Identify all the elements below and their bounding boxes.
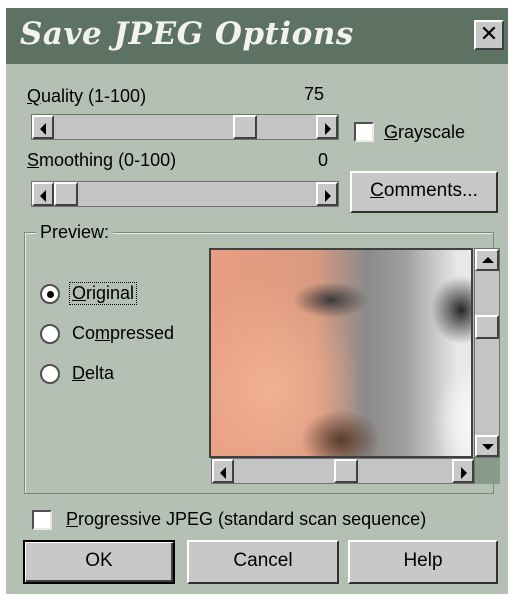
close-button[interactable]: ✕: [474, 20, 504, 50]
cancel-button[interactable]: Cancel: [187, 540, 339, 584]
arrow-right-icon: [461, 467, 467, 479]
arrow-right-icon: [325, 190, 331, 202]
radio-compressed[interactable]: [40, 324, 60, 344]
grayscale-label[interactable]: Grayscale: [384, 122, 465, 143]
radio-selected-dot: [47, 291, 54, 298]
comments-button[interactable]: Comments...: [350, 171, 498, 213]
smoothing-slider-thumb[interactable]: [54, 182, 78, 206]
progressive-label[interactable]: Progressive JPEG (standard scan sequence…: [66, 509, 426, 530]
smoothing-slider-left-button[interactable]: [32, 182, 54, 206]
quality-label: Quality (1-100): [27, 86, 147, 106]
arrow-left-icon: [40, 190, 46, 202]
preview-horizontal-scrollbar[interactable]: [211, 458, 475, 484]
radio-original[interactable]: [40, 284, 60, 304]
horizontal-scroll-thumb[interactable]: [334, 459, 358, 483]
scroll-up-button[interactable]: [475, 249, 499, 271]
vertical-scroll-thumb[interactable]: [475, 315, 499, 339]
radio-delta[interactable]: [40, 364, 60, 384]
smoothing-slider-right-button[interactable]: [316, 182, 338, 206]
preview-legend: Preview:: [36, 222, 114, 243]
scroll-right-button[interactable]: [452, 459, 474, 483]
quality-slider-left-button[interactable]: [32, 115, 54, 139]
help-button[interactable]: Help: [348, 540, 498, 584]
arrow-left-icon: [220, 467, 226, 479]
arrow-up-icon: [482, 257, 494, 263]
radio-original-label[interactable]: Original: [68, 282, 138, 305]
quality-slider-right-button[interactable]: [316, 115, 338, 139]
smoothing-value: 0: [318, 150, 329, 170]
scrollbar-corner: [475, 458, 500, 484]
arrow-left-icon: [40, 123, 46, 135]
scroll-left-button[interactable]: [212, 459, 234, 483]
scroll-down-button[interactable]: [475, 435, 499, 457]
grayscale-checkbox[interactable]: [354, 122, 374, 142]
quality-value: 75: [304, 84, 325, 104]
radio-compressed-label[interactable]: Compressed: [72, 323, 174, 344]
preview-vertical-scrollbar[interactable]: [474, 248, 500, 458]
arrow-down-icon: [482, 444, 494, 450]
smoothing-label: Smoothing (0-100): [27, 150, 177, 170]
radio-delta-label[interactable]: Delta: [72, 363, 114, 384]
quality-slider[interactable]: [31, 114, 339, 140]
progressive-checkbox[interactable]: [32, 510, 52, 530]
title-bar[interactable]: Save JPEG Options: [6, 8, 508, 64]
smoothing-slider[interactable]: [31, 181, 339, 207]
dialog-title: Save JPEG Options: [20, 16, 354, 52]
close-icon: ✕: [479, 22, 499, 47]
quality-slider-thumb[interactable]: [232, 115, 257, 139]
preview-image[interactable]: [209, 248, 473, 458]
ok-button[interactable]: OK: [23, 540, 175, 584]
arrow-right-icon: [325, 123, 331, 135]
